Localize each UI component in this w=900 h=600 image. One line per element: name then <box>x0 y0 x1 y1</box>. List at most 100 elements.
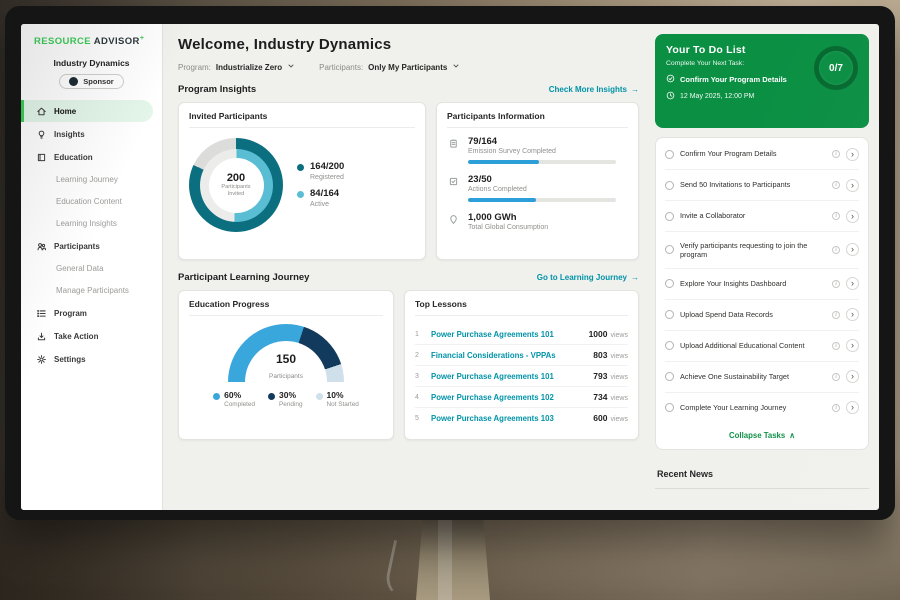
info-icon[interactable]: i <box>832 342 840 350</box>
lesson-row: 4 Power Purchase Agreements 102 734views <box>415 387 628 408</box>
chevron-right-icon[interactable]: › <box>846 308 859 321</box>
task-checkbox[interactable] <box>665 372 674 381</box>
emission-survey-row: 79/164 Emission Survey Completed <box>447 136 628 164</box>
task-checkbox[interactable] <box>665 279 674 288</box>
book-icon <box>36 152 47 163</box>
task-checkbox[interactable] <box>665 181 674 190</box>
chevron-right-icon[interactable]: › <box>846 148 859 161</box>
consumption-row: 1,000 GWh Total Global Consumption <box>447 212 628 231</box>
learning-journey-header: Participant Learning Journey Go to Learn… <box>178 272 639 283</box>
arrow-right-icon: → <box>631 273 639 282</box>
chevron-right-icon[interactable]: › <box>846 401 859 414</box>
info-icon[interactable]: i <box>832 150 840 158</box>
chevron-right-icon[interactable]: › <box>846 210 859 223</box>
sidebar-item-settings[interactable]: Settings <box>21 348 162 370</box>
chevron-right-icon[interactable]: › <box>846 243 859 256</box>
task-row[interactable]: Send 50 Invitations to Participants i › <box>665 170 859 201</box>
education-legend: 60% Completed 30% Pending 10% <box>189 391 383 408</box>
sponsor-avatar-icon <box>69 77 78 86</box>
lesson-link[interactable]: Financial Considerations - VPPAs <box>431 351 582 360</box>
chevron-right-icon[interactable]: › <box>846 179 859 192</box>
chevron-right-icon[interactable]: › <box>846 370 859 383</box>
task-checkbox[interactable] <box>665 341 674 350</box>
arrow-right-icon: → <box>631 85 639 94</box>
task-row[interactable]: Verify participants requesting to join t… <box>665 232 859 269</box>
clock-icon <box>666 91 675 102</box>
info-icon[interactable]: i <box>832 404 840 412</box>
insights-cards-row: Invited Participants 200 Participants In… <box>178 102 639 260</box>
sidebar-item-general-data[interactable]: General Data <box>21 258 162 279</box>
chevron-right-icon[interactable]: › <box>846 277 859 290</box>
legend-item-registered: 164/200 Registered <box>297 162 344 181</box>
sidebar-item-manage-participants[interactable]: Manage Participants <box>21 280 162 301</box>
sidebar-item-participants[interactable]: Participants <box>21 235 162 257</box>
logo-plus: + <box>140 35 145 42</box>
logo-resource: RESOURCE <box>34 36 91 47</box>
actions-completed-row: 23/50 Actions Completed <box>447 174 628 202</box>
task-checkbox[interactable] <box>665 310 674 319</box>
info-icon[interactable]: i <box>832 181 840 189</box>
collapse-tasks-button[interactable]: Collapse Tasks ∧ <box>665 423 859 448</box>
todo-tasks-card: Confirm Your Program Details i › Send 50… <box>655 137 869 450</box>
people-icon <box>36 241 47 252</box>
lesson-row: 2 Financial Considerations - VPPAs 803vi… <box>415 345 628 366</box>
lesson-link[interactable]: Power Purchase Agreements 102 <box>431 393 582 402</box>
task-row[interactable]: Upload Spend Data Records i › <box>665 300 859 331</box>
emission-progress-bar <box>468 160 616 164</box>
todo-title: Your To Do List <box>666 44 807 56</box>
lesson-row: 5 Power Purchase Agreements 103 600views <box>415 408 628 428</box>
task-row[interactable]: Upload Additional Educational Content i … <box>665 331 859 362</box>
task-checkbox[interactable] <box>665 212 674 221</box>
info-icon[interactable]: i <box>832 280 840 288</box>
sidebar-item-education-content[interactable]: Education Content <box>21 191 162 212</box>
learning-cards-row: Education Progress 150 Participants <box>178 290 639 440</box>
lesson-link[interactable]: Power Purchase Agreements 101 <box>431 330 578 339</box>
todo-due-date: 12 May 2025, 12:00 PM <box>666 91 807 102</box>
sidebar-item-program[interactable]: Program <box>21 302 162 324</box>
sidebar-item-insights[interactable]: Insights <box>21 123 162 145</box>
sponsor-label: Sponsor <box>83 77 113 86</box>
sidebar-item-take-action[interactable]: Take Action <box>21 325 162 347</box>
sidebar-item-learning-journey[interactable]: Learning Journey <box>21 169 162 190</box>
lesson-link[interactable]: Power Purchase Agreements 101 <box>431 372 582 381</box>
go-to-learning-journey-link[interactable]: Go to Learning Journey → <box>537 273 639 282</box>
task-row[interactable]: Invite a Collaborator i › <box>665 201 859 232</box>
task-row[interactable]: Complete Your Learning Journey i › <box>665 393 859 423</box>
legend-dot <box>316 393 323 400</box>
sponsor-badge[interactable]: Sponsor <box>59 74 123 89</box>
sidebar-item-home[interactable]: Home <box>21 100 153 122</box>
legend-dot <box>213 393 220 400</box>
todo-hero-card: Your To Do List Complete Your Next Task:… <box>655 34 869 128</box>
chevron-right-icon[interactable]: › <box>846 339 859 352</box>
sidebar-item-education[interactable]: Education <box>21 146 162 168</box>
task-checkbox[interactable] <box>665 245 674 254</box>
education-gauge-center: 150 Participants <box>228 353 344 382</box>
invited-donut-active-ring: 200 Participants Invited <box>200 149 273 222</box>
todo-panel: Your To Do List Complete Your Next Task:… <box>651 24 879 510</box>
info-icon[interactable]: i <box>832 311 840 319</box>
lesson-link[interactable]: Power Purchase Agreements 103 <box>431 414 582 423</box>
sidebar-item-learning-insights[interactable]: Learning Insights <box>21 213 162 234</box>
page-title: Welcome, Industry Dynamics <box>178 36 639 53</box>
task-row[interactable]: Achieve One Sustainability Target i › <box>665 362 859 393</box>
monitor-stand <box>416 518 490 600</box>
legend-item-pending: 30% Pending <box>268 391 302 408</box>
participants-filter-dropdown[interactable]: Participants: Only My Participants <box>319 62 460 72</box>
gear-icon <box>36 354 47 365</box>
check-more-insights-link[interactable]: Check More Insights → <box>549 85 639 94</box>
program-filter-dropdown[interactable]: Program: Industrialize Zero <box>178 62 295 72</box>
task-row[interactable]: Confirm Your Program Details i › <box>665 139 859 170</box>
info-icon[interactable]: i <box>832 246 840 254</box>
filters-row: Program: Industrialize Zero Participants… <box>178 62 639 72</box>
participants-information-card: Participants Information 79/164 Emission… <box>436 102 639 260</box>
info-icon[interactable]: i <box>832 373 840 381</box>
app-logo: RESOURCE ADVISOR+ <box>21 35 162 47</box>
task-checkbox[interactable] <box>665 403 674 412</box>
energy-pin-icon <box>447 212 459 225</box>
info-icon[interactable]: i <box>832 212 840 220</box>
legend-dot <box>268 393 275 400</box>
chevron-down-icon <box>452 62 460 72</box>
task-checkbox[interactable] <box>665 150 674 159</box>
task-row[interactable]: Explore Your Insights Dashboard i › <box>665 269 859 300</box>
top-lessons-card: Top Lessons 1 Power Purchase Agreements … <box>404 290 639 440</box>
